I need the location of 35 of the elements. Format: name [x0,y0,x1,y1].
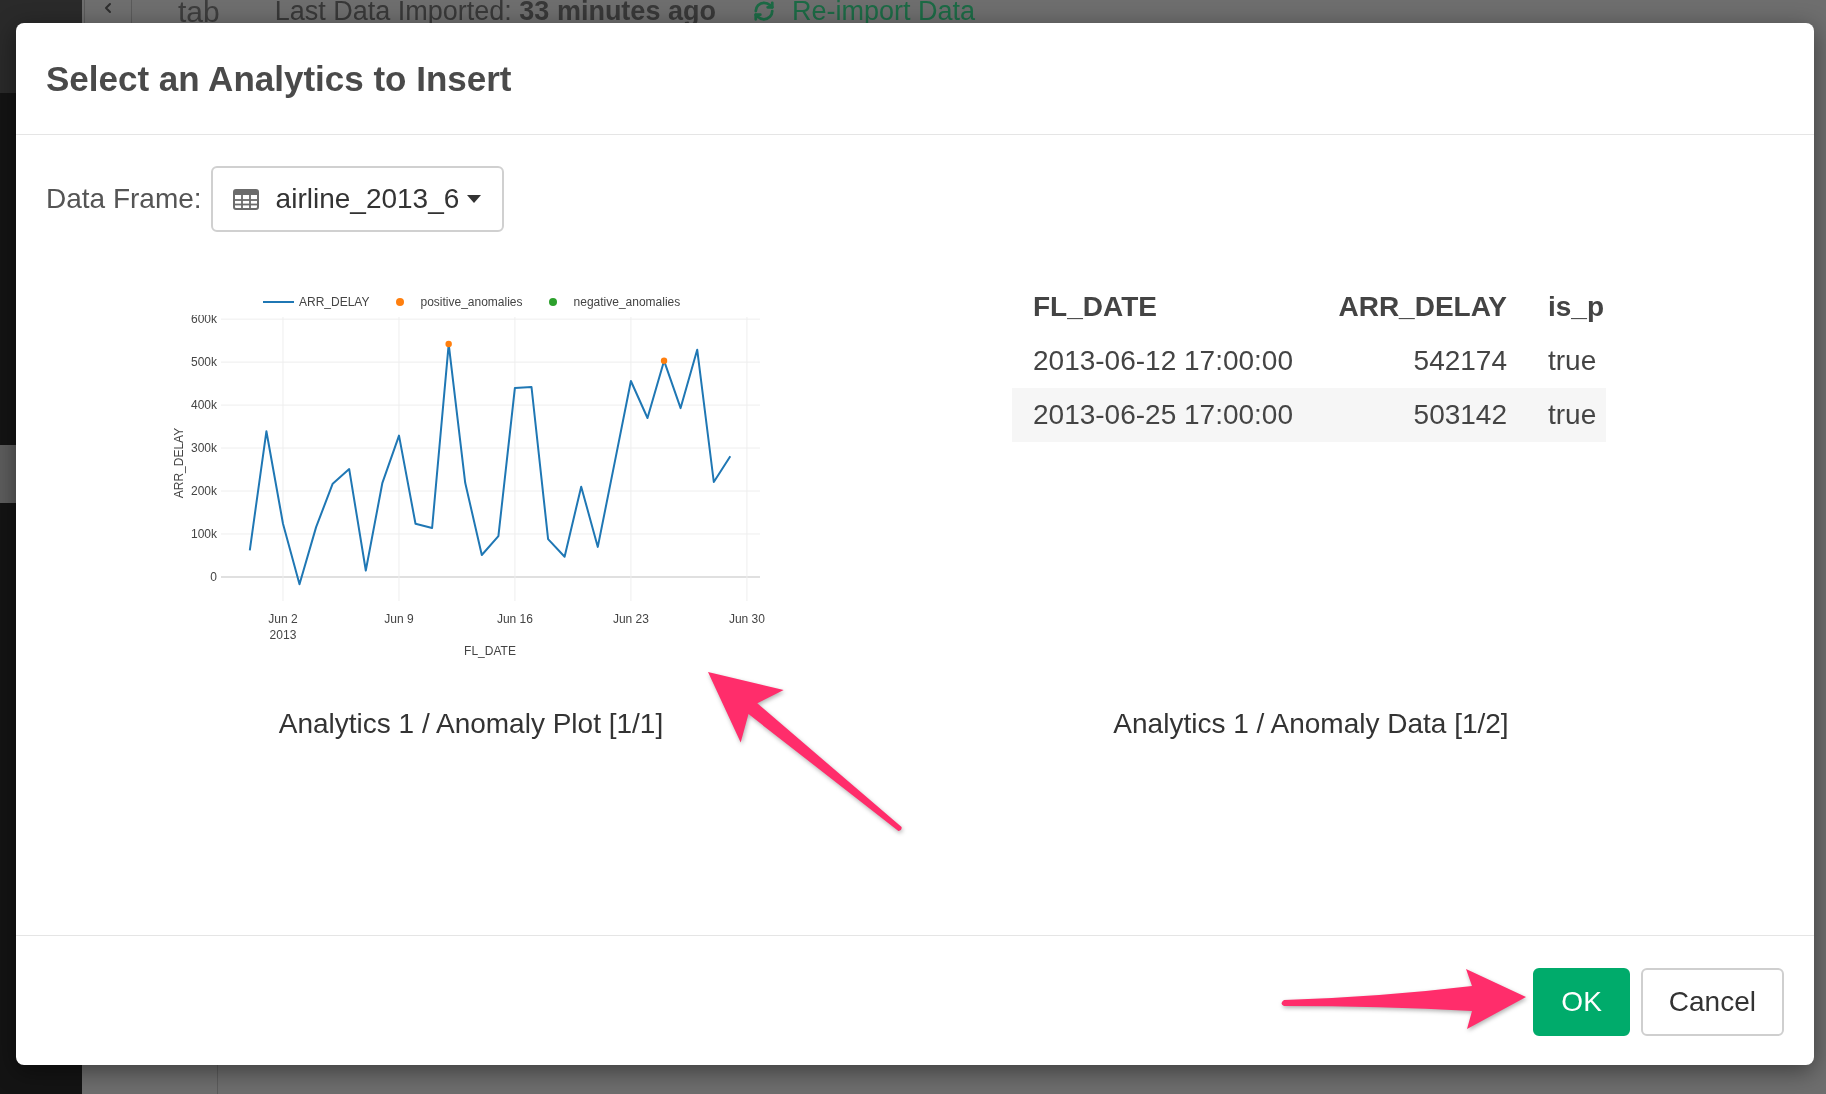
column-header: is_p [1547,289,1606,324]
axis-tick-label: 500k [190,355,217,370]
axis-tick-label: Jun 23 [612,612,649,626]
axis-tick-label: Jun 30 [728,612,765,626]
field-label: Data Frame: [46,183,202,215]
table-icon [232,188,259,210]
dialog-title: Select an Analytics to Insert [46,58,512,99]
axis-tick-label: Jun 9 [384,612,414,626]
axis-tick-label: Jun 16 [496,612,533,626]
legend-label: ARR_DELAY [299,295,370,309]
legend-label: negative_anomalies [573,295,681,309]
axis-tick-label: 600k [190,315,217,327]
analytics-caption: Analytics 1 / Anomaly Data [1/2] [1113,707,1509,741]
table-cell: 2013-06-25 17:00:00 [1012,388,1300,442]
axis-tick-label: Jun 2 2013 [268,612,298,642]
axis-title: FL_DATE [464,644,516,658]
cancel-button[interactable]: Cancel [1640,968,1784,1036]
axis-tick-label: 100k [190,526,217,541]
axis-title: ARR_DELAY [172,427,186,499]
table-cell: 542174 [1300,334,1522,388]
column-header: FL_DATE [1032,289,1158,324]
data-frame-dropdown[interactable]: airline_2013_6 [210,166,504,232]
axis-tick-label: 400k [190,398,217,413]
legend-label: positive_anomalies [420,295,523,309]
table-cell: true [1522,334,1606,388]
axis-tick-label: 300k [190,441,217,456]
analytics-caption: Analytics 1 / Anomaly Plot [1/1] [278,707,664,741]
axis-tick-label: 0 [210,569,217,584]
table-cell: 2013-06-12 17:00:00 [1012,334,1300,388]
column-header: ARR_DELAY [1337,289,1508,324]
table-cell: true [1522,388,1606,442]
refresh-icon [752,0,775,22]
axis-tick-label: 200k [190,484,217,498]
caret-icon [467,195,482,203]
table-cell: 503142 [1300,388,1522,442]
